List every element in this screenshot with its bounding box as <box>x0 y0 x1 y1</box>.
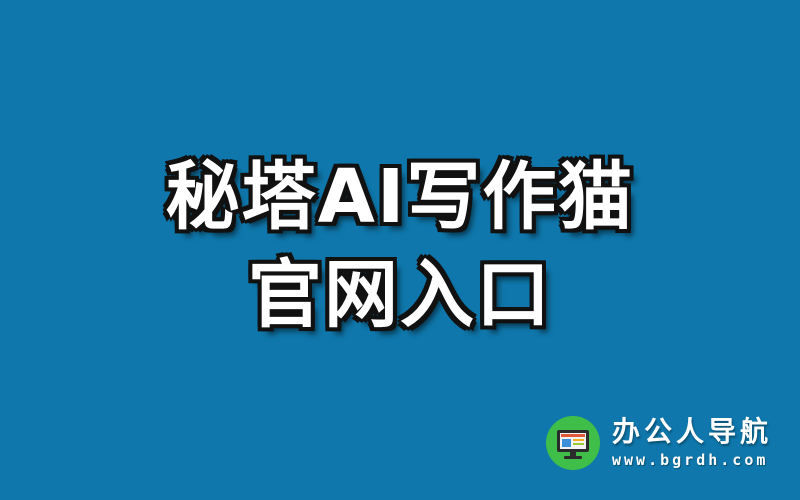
headline-title: 秘塔AI写作猫 <box>165 154 635 240</box>
brand-watermark: 办公人导航 www.bgrdh.com <box>545 412 772 474</box>
brand-logo <box>545 416 600 470</box>
banner-image: 秘塔AI写作猫 官网入口 办公人导航 www.bgrdh.com <box>0 0 800 500</box>
brand-text: 办公人导航 www.bgrdh.com <box>611 414 772 470</box>
brand-name: 办公人导航 <box>611 414 772 448</box>
brand-url: www.bgrdh.com <box>611 451 769 470</box>
headline-subtitle: 官网入口 <box>248 252 552 338</box>
monitor-icon <box>556 430 589 459</box>
